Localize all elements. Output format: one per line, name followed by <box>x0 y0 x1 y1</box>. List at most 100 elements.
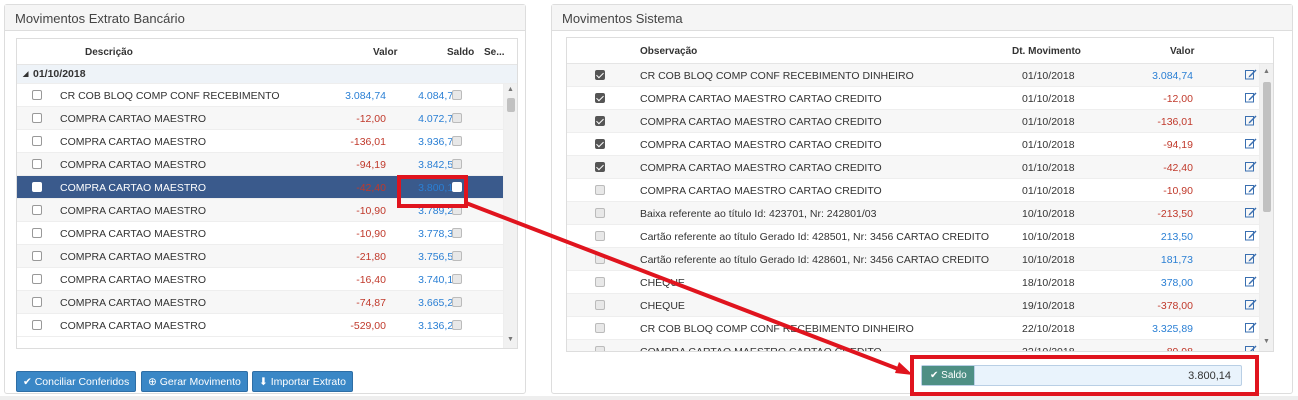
col-saldo[interactable]: Saldo <box>447 47 474 58</box>
scroll-down-icon[interactable]: ▼ <box>1263 338 1270 345</box>
row-checkbox[interactable] <box>32 136 42 146</box>
row-checkbox[interactable] <box>32 159 42 169</box>
table-row[interactable]: CR COB BLOQ COMP CONF RECEBIMENTO 3.084,7… <box>17 84 517 107</box>
row-checkbox[interactable] <box>595 116 605 126</box>
grid-header: Observação Dt. Movimento Valor <box>567 38 1273 64</box>
edit-icon[interactable] <box>1245 253 1257 264</box>
row-dt-movimento: 19/10/2018 <box>1022 300 1075 312</box>
row-checkbox[interactable] <box>32 274 42 284</box>
edit-icon[interactable] <box>1245 184 1257 195</box>
row-checkbox[interactable] <box>595 277 605 287</box>
row-sel-checkbox[interactable] <box>452 251 462 261</box>
right-scrollbar[interactable]: ▲ ▼ <box>1259 64 1273 351</box>
scroll-up-icon[interactable]: ▲ <box>507 86 514 93</box>
table-row[interactable]: COMPRA CARTAO MAESTRO -136,01 3.936,73 <box>17 130 517 153</box>
col-dt-movimento[interactable]: Dt. Movimento <box>1012 46 1081 57</box>
row-sel-checkbox[interactable] <box>452 113 462 123</box>
table-row[interactable]: CHEQUE 18/10/2018 378,00 <box>567 271 1273 294</box>
edit-icon[interactable] <box>1245 345 1257 352</box>
table-row[interactable]: COMPRA CARTAO MAESTRO CARTAO CREDITO 01/1… <box>567 133 1273 156</box>
row-checkbox[interactable] <box>595 231 605 241</box>
row-checkbox[interactable] <box>595 208 605 218</box>
table-row[interactable]: Baixa referente ao título Id: 423701, Nr… <box>567 202 1273 225</box>
table-row[interactable]: CR COB BLOQ COMP CONF RECEBIMENTO DINHEI… <box>567 317 1273 340</box>
scroll-thumb[interactable] <box>507 98 515 112</box>
row-sel-checkbox[interactable] <box>452 90 462 100</box>
scroll-thumb[interactable] <box>1263 82 1271 212</box>
row-descricao: COMPRA CARTAO MAESTRO <box>60 228 207 240</box>
table-row[interactable]: COMPRA CARTAO MAESTRO CARTAO CREDITO 01/1… <box>567 87 1273 110</box>
row-dt-movimento: 22/10/2018 <box>1022 323 1075 335</box>
row-sel-checkbox[interactable] <box>452 136 462 146</box>
col-valor[interactable]: Valor <box>1170 46 1194 57</box>
scroll-down-icon[interactable]: ▼ <box>507 336 514 343</box>
row-checkbox[interactable] <box>32 251 42 261</box>
left-scrollbar[interactable]: ▲ ▼ <box>503 84 517 348</box>
table-row[interactable]: COMPRA CARTAO MAESTRO -12,00 4.072,74 <box>17 107 517 130</box>
table-row[interactable]: COMPRA CARTAO MAESTRO CARTAO CREDITO 01/1… <box>567 179 1273 202</box>
row-descricao: COMPRA CARTAO MAESTRO <box>60 182 207 194</box>
table-row[interactable]: COMPRA CARTAO MAESTRO -74,87 3.665,27 <box>17 291 517 314</box>
scroll-up-icon[interactable]: ▲ <box>1263 68 1270 75</box>
row-dt-movimento: 10/10/2018 <box>1022 231 1075 243</box>
edit-icon[interactable] <box>1245 322 1257 333</box>
edit-icon[interactable] <box>1245 115 1257 126</box>
edit-icon[interactable] <box>1245 161 1257 172</box>
collapse-icon[interactable]: ◢ <box>23 70 28 78</box>
importar-extrato-button[interactable]: ⬇ Importar Extrato <box>252 371 353 392</box>
row-checkbox[interactable] <box>595 185 605 195</box>
row-checkbox[interactable] <box>595 300 605 310</box>
row-checkbox[interactable] <box>595 254 605 264</box>
row-valor: -94,19 <box>356 159 386 171</box>
table-row[interactable]: COMPRA CARTAO MAESTRO -16,40 3.740,14 <box>17 268 517 291</box>
edit-icon[interactable] <box>1245 276 1257 287</box>
table-row[interactable]: COMPRA CARTAO MAESTRO -21,80 3.756,54 <box>17 245 517 268</box>
row-checkbox[interactable] <box>32 90 42 100</box>
row-checkbox[interactable] <box>595 139 605 149</box>
row-dt-movimento: 10/10/2018 <box>1022 208 1075 220</box>
table-row[interactable]: COMPRA CARTAO MAESTRO -94,19 3.842,54 <box>17 153 517 176</box>
gerar-movimento-button[interactable]: ⊕ Gerar Movimento <box>141 371 248 392</box>
row-checkbox[interactable] <box>595 93 605 103</box>
row-checkbox[interactable] <box>595 346 605 351</box>
edit-icon[interactable] <box>1245 299 1257 310</box>
col-valor[interactable]: Valor <box>373 47 397 58</box>
table-row[interactable]: COMPRA CARTAO MAESTRO CARTAO CREDITO 22/1… <box>567 340 1273 352</box>
row-valor: -21,80 <box>356 251 386 263</box>
edit-icon[interactable] <box>1245 138 1257 149</box>
row-sel-checkbox[interactable] <box>452 159 462 169</box>
table-row[interactable]: Cartão referente ao título Gerado Id: 42… <box>567 225 1273 248</box>
row-observacao: CHEQUE <box>640 277 685 289</box>
row-sel-checkbox[interactable] <box>452 297 462 307</box>
conciliar-conferidos-button[interactable]: ✔ Conciliar Conferidos <box>16 371 137 392</box>
group-row[interactable]: ◢ 01/10/2018 <box>17 65 517 84</box>
row-checkbox[interactable] <box>32 205 42 215</box>
row-checkbox[interactable] <box>32 182 42 192</box>
row-checkbox[interactable] <box>595 70 605 80</box>
row-sel-checkbox[interactable] <box>452 274 462 284</box>
col-descricao[interactable]: Descrição <box>85 47 133 58</box>
table-row[interactable]: COMPRA CARTAO MAESTRO -10,90 3.778,34 <box>17 222 517 245</box>
row-checkbox[interactable] <box>595 323 605 333</box>
table-row[interactable]: COMPRA CARTAO MAESTRO -529,00 3.136,27 <box>17 314 517 337</box>
edit-icon[interactable] <box>1245 207 1257 218</box>
edit-icon[interactable] <box>1245 230 1257 241</box>
edit-icon[interactable] <box>1245 69 1257 80</box>
table-row[interactable]: COMPRA CARTAO MAESTRO CARTAO CREDITO 01/1… <box>567 110 1273 133</box>
row-observacao: Cartão referente ao título Gerado Id: 42… <box>640 231 990 243</box>
row-checkbox[interactable] <box>32 228 42 238</box>
row-sel-checkbox[interactable] <box>452 228 462 238</box>
row-checkbox[interactable] <box>32 113 42 123</box>
edit-icon[interactable] <box>1245 92 1257 103</box>
col-sel[interactable]: Se... <box>484 47 505 58</box>
row-valor: 181,73 <box>1160 254 1193 266</box>
row-checkbox[interactable] <box>32 320 42 330</box>
table-row[interactable]: CR COB BLOQ COMP CONF RECEBIMENTO DINHEI… <box>567 64 1273 87</box>
table-row[interactable]: CHEQUE 19/10/2018 -378,00 <box>567 294 1273 317</box>
row-checkbox[interactable] <box>595 162 605 172</box>
row-checkbox[interactable] <box>32 297 42 307</box>
table-row[interactable]: Cartão referente ao título Gerado Id: 42… <box>567 248 1273 271</box>
row-sel-checkbox[interactable] <box>452 320 462 330</box>
col-observacao[interactable]: Observação <box>640 46 697 57</box>
table-row[interactable]: COMPRA CARTAO MAESTRO CARTAO CREDITO 01/1… <box>567 156 1273 179</box>
